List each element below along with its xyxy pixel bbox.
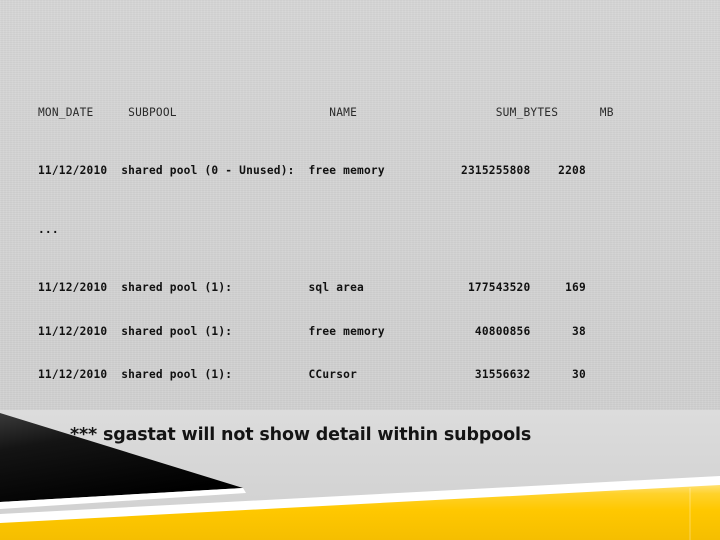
table-row: 11/12/2010 shared pool (0 - Unused): fre… xyxy=(38,164,586,178)
table-row: 11/12/2010 shared pool (1): KGL handle 1… xyxy=(38,499,586,513)
table-header-row: MON_DATE SUBPOOL NAME SUM_BYTES MB xyxy=(38,105,614,119)
slide-caption: *** sgastat will not show detail within … xyxy=(70,425,532,445)
table-row: 11/12/2010 shared pool (1): free memory … xyxy=(38,324,586,338)
ellipsis-separator: ... xyxy=(38,222,59,236)
slide-canvas: MON_DATE SUBPOOL NAME SUM_BYTES MB 11/12… xyxy=(0,0,720,540)
sgastat-output-table: MON_DATE SUBPOOL NAME SUM_BYTES MB 11/12… xyxy=(38,62,614,540)
table-row: 11/12/2010 shared pool (1): CCursor 3155… xyxy=(38,368,586,382)
table-row: 11/12/2010 shared pool (1): dbktb: trace… xyxy=(38,456,586,470)
table-row: 11/12/2010 shared pool (1): sql area 177… xyxy=(38,280,586,294)
